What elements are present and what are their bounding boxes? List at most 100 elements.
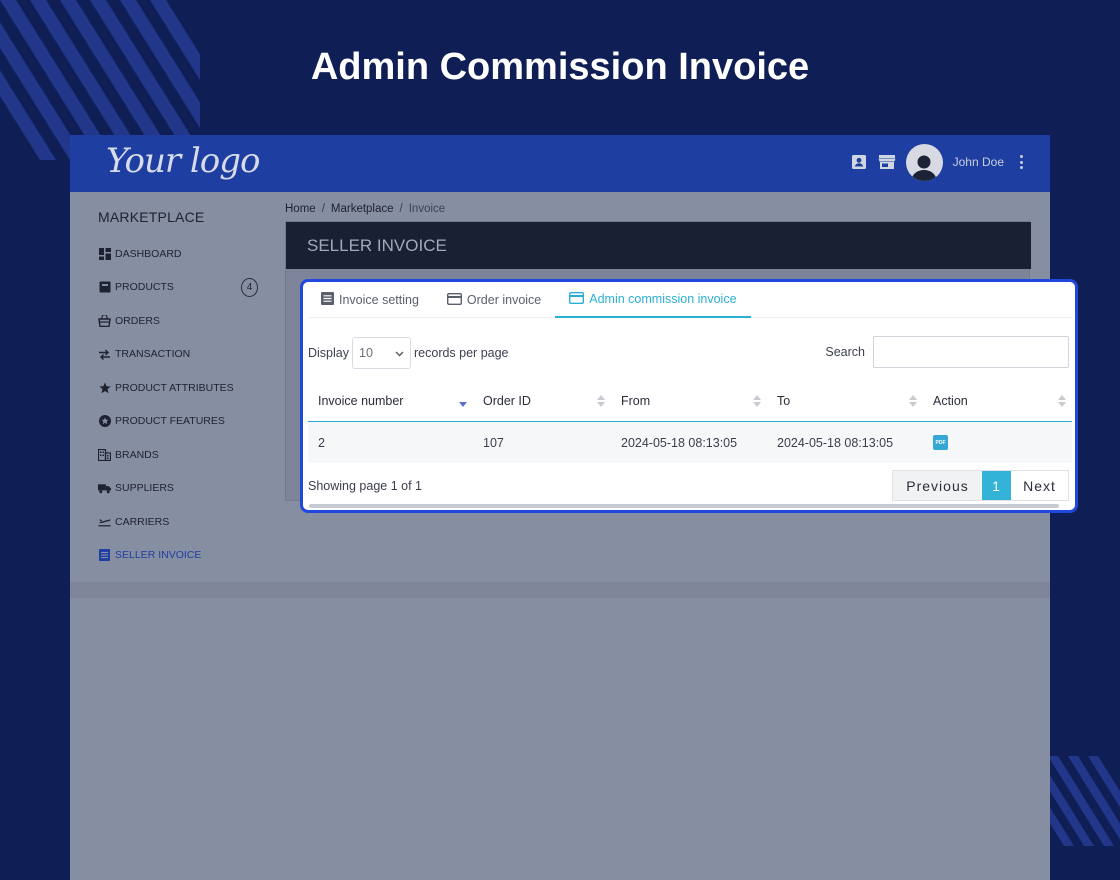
sidebar: MARKETPLACE DASHBOARD PRODUCTS 4 ORDERS … — [98, 209, 268, 572]
sort-desc-icon[interactable] — [459, 394, 467, 408]
invoice-table: Invoice number Order ID From To Action 2 — [308, 381, 1072, 463]
column-header-label: Action — [933, 394, 968, 408]
star-circle-icon — [98, 415, 111, 428]
cell-action: PDF — [923, 422, 1072, 463]
records-per-page-select[interactable]: 10 — [352, 337, 411, 369]
cell-invoice-number: 2 — [318, 435, 325, 450]
sidebar-item-product-attributes[interactable]: PRODUCT ATTRIBUTES — [98, 371, 268, 405]
sidebar-title: MARKETPLACE — [98, 209, 205, 225]
sidebar-item-transaction[interactable]: TRANSACTION — [98, 338, 268, 372]
sidebar-item-product-features[interactable]: PRODUCT FEATURES — [98, 405, 268, 439]
products-count-badge: 4 — [241, 277, 258, 297]
star-icon — [98, 381, 111, 394]
sidebar-item-label: SUPPLIERS — [115, 482, 174, 495]
column-header-label: From — [621, 394, 651, 408]
search-control: Search — [825, 336, 1069, 368]
page-1-button[interactable]: 1 — [982, 471, 1011, 500]
plane-icon — [98, 515, 111, 528]
tab-label: Admin commission invoice — [589, 292, 737, 306]
table-header: Invoice number Order ID From To Action — [308, 381, 1072, 422]
horizontal-scrollbar[interactable] — [309, 504, 1059, 508]
breadcrumb: Home / Marketplace / Invoice — [285, 203, 445, 215]
column-header-from[interactable]: From — [611, 381, 767, 422]
column-header-order-id[interactable]: Order ID — [473, 381, 611, 422]
contact-card-icon[interactable] — [850, 153, 868, 171]
page-title: Admin Commission Invoice — [310, 46, 810, 88]
sidebar-item-label: DASHBOARD — [115, 247, 182, 260]
table-row: 2 107 2024-05-18 08:13:05 2024-05-18 08:… — [308, 422, 1072, 463]
next-page-button[interactable]: Next — [1011, 471, 1068, 500]
column-header-action[interactable]: Action — [923, 381, 1072, 422]
basket-icon — [98, 314, 111, 327]
avatar[interactable] — [905, 143, 943, 181]
sort-icon[interactable] — [753, 394, 761, 408]
store-icon[interactable] — [878, 153, 896, 171]
footer-divider — [70, 582, 1050, 598]
sidebar-item-seller-invoice[interactable]: SELLER INVOICE — [98, 539, 268, 573]
breadcrumb-home[interactable]: Home — [285, 203, 316, 215]
select-value: 10 — [359, 346, 373, 360]
sidebar-item-label: PRODUCT FEATURES — [115, 415, 225, 428]
sort-icon[interactable] — [1058, 394, 1066, 408]
cell-from: 2024-05-18 08:13:05 — [621, 435, 738, 450]
records-label: records per page — [414, 346, 509, 360]
tab-label: Order invoice — [466, 293, 542, 307]
tab-order-invoice[interactable]: Order invoice — [433, 282, 555, 318]
card-icon — [446, 292, 462, 308]
truck-icon — [98, 482, 111, 495]
sidebar-item-brands[interactable]: BRANDS — [98, 438, 268, 472]
breadcrumb-marketplace[interactable]: Marketplace — [331, 203, 394, 215]
card-icon — [569, 291, 585, 307]
swap-icon — [98, 348, 111, 361]
breadcrumb-separator: / — [321, 203, 325, 215]
decorative-stripes-bottom-right — [1048, 756, 1120, 846]
column-header-label: To — [777, 394, 791, 408]
sort-icon[interactable] — [597, 394, 605, 408]
sidebar-item-label: BRANDS — [115, 448, 159, 461]
sidebar-item-suppliers[interactable]: SUPPLIERS — [98, 472, 268, 506]
box-icon — [98, 281, 111, 294]
building-icon — [98, 448, 111, 461]
invoice-tabs: Invoice setting Order invoice Admin comm… — [309, 282, 1073, 318]
cell-order-id: 107 — [483, 435, 504, 450]
more-options-icon[interactable] — [1014, 152, 1028, 172]
top-navbar: Your logo John Doe — [70, 135, 1050, 192]
dashboard-icon — [98, 247, 111, 260]
column-header-label: Invoice number — [318, 394, 404, 408]
records-per-page-control: Display 10 records per page — [308, 337, 509, 369]
sidebar-item-label: PRODUCTS — [115, 281, 174, 294]
search-label: Search — [825, 345, 865, 359]
seller-invoice-title: SELLER INVOICE — [286, 222, 1031, 269]
chevron-down-icon — [395, 346, 404, 360]
tab-admin-commission-invoice[interactable]: Admin commission invoice — [555, 282, 751, 318]
list-icon — [321, 292, 334, 308]
display-label: Display — [308, 346, 349, 360]
list-icon — [98, 549, 111, 562]
sidebar-item-carriers[interactable]: CARRIERS — [98, 505, 268, 539]
topbar-actions: John Doe — [850, 143, 1028, 181]
breadcrumb-separator: / — [399, 203, 403, 215]
sidebar-item-dashboard[interactable]: DASHBOARD — [98, 237, 268, 271]
sidebar-item-label: ORDERS — [115, 314, 160, 327]
sidebar-item-label: CARRIERS — [115, 515, 170, 528]
sidebar-item-label: PRODUCT ATTRIBUTES — [115, 381, 234, 394]
pdf-icon[interactable]: PDF — [933, 435, 948, 450]
sidebar-item-label: SELLER INVOICE — [115, 549, 202, 562]
tab-invoice-setting[interactable]: Invoice setting — [309, 282, 433, 318]
logo[interactable]: Your logo — [106, 141, 260, 181]
admin-commission-invoice-panel: Invoice setting Order invoice Admin comm… — [300, 279, 1078, 513]
breadcrumb-current: Invoice — [408, 203, 446, 215]
sort-icon[interactable] — [909, 394, 917, 408]
sidebar-item-label: TRANSACTION — [115, 348, 191, 361]
search-input[interactable] — [873, 336, 1069, 368]
column-header-label: Order ID — [483, 394, 531, 408]
cell-to: 2024-05-18 08:13:05 — [777, 435, 894, 450]
tab-label: Invoice setting — [339, 293, 419, 307]
sidebar-item-products[interactable]: PRODUCTS 4 — [98, 271, 268, 305]
previous-page-button[interactable]: Previous — [893, 471, 982, 500]
sidebar-item-orders[interactable]: ORDERS — [98, 304, 268, 338]
column-header-invoice-number[interactable]: Invoice number — [308, 381, 473, 422]
column-header-to[interactable]: To — [767, 381, 923, 422]
user-name[interactable]: John Doe — [953, 155, 1004, 169]
pagination: Previous 1 Next — [892, 470, 1069, 501]
